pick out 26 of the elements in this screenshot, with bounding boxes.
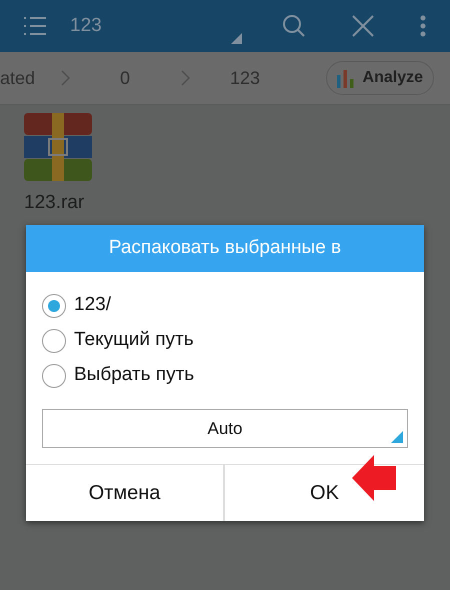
folder-title: 123	[70, 14, 102, 38]
pointer-arrow	[352, 455, 396, 501]
radio-option[interactable]: 123/	[42, 288, 408, 323]
radio-option[interactable]: Выбрать путь	[42, 358, 408, 393]
radio-button[interactable]	[42, 364, 66, 388]
cancel-button[interactable]: Отмена	[26, 464, 225, 521]
radio-option[interactable]: Текущий путь	[42, 323, 408, 358]
radio-button[interactable]	[42, 294, 66, 318]
archive-icon[interactable]	[24, 113, 92, 181]
menu-icon[interactable]	[24, 16, 46, 36]
option-label: Выбрать путь	[74, 363, 194, 388]
radio-button[interactable]	[42, 328, 66, 352]
dropdown-value: Auto	[208, 418, 242, 440]
dropdown-corner-icon	[391, 431, 403, 443]
dropdown-corner-icon[interactable]	[231, 33, 242, 44]
more-icon[interactable]	[420, 15, 426, 37]
option-label: Текущий путь	[74, 328, 194, 352]
chevron-right-icon	[60, 70, 70, 86]
search-icon[interactable]	[282, 14, 306, 38]
option-label: 123/	[74, 293, 111, 318]
ok-button[interactable]: OK	[225, 464, 424, 521]
dropdown-field[interactable]: Auto	[42, 409, 408, 448]
close-icon[interactable]	[352, 15, 374, 37]
bar-chart-icon	[336, 68, 355, 88]
chevron-right-icon	[180, 70, 190, 86]
dialog-title: Распаковать выбранные в	[26, 225, 424, 272]
